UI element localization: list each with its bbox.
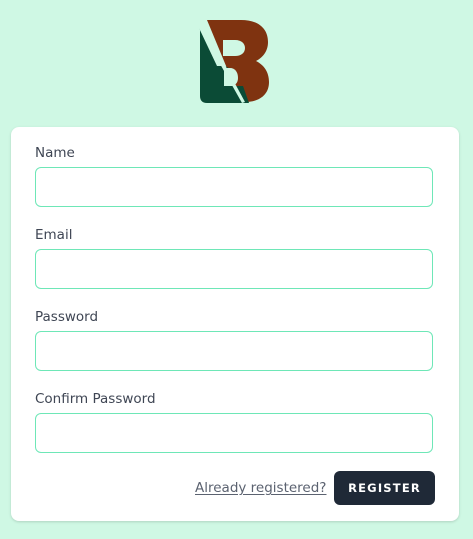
logo-icon: [199, 20, 269, 103]
register-button[interactable]: REGISTER: [334, 471, 435, 505]
name-input[interactable]: [35, 167, 433, 207]
password-label: Password: [35, 309, 99, 325]
password-input[interactable]: [35, 331, 433, 371]
email-label: Email: [35, 227, 73, 243]
confirm-password-label: Confirm Password: [35, 391, 156, 407]
confirm-password-input[interactable]: [35, 413, 433, 453]
email-input[interactable]: [35, 249, 433, 289]
register-form: Name Email Password Confirm Password Alr…: [11, 127, 459, 521]
name-label: Name: [35, 145, 75, 161]
already-registered-link[interactable]: Already registered?: [195, 480, 326, 496]
app-logo: [199, 20, 271, 104]
